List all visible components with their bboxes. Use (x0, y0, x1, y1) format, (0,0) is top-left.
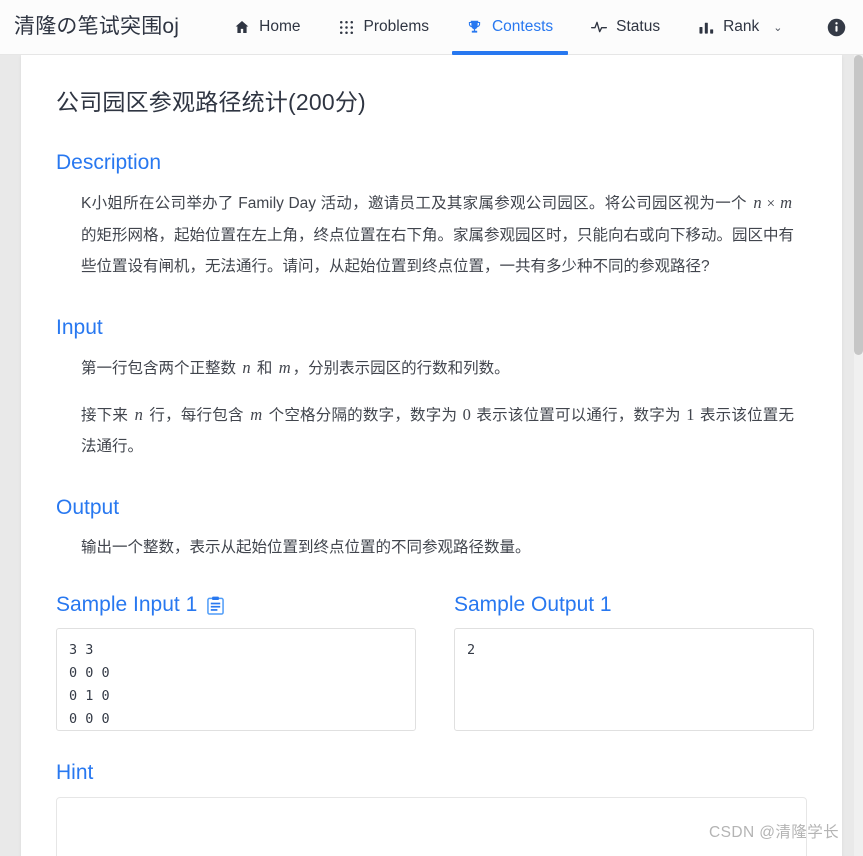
nav-item-home[interactable]: Home (215, 0, 319, 55)
chevron-down-icon: ⌄ (773, 21, 783, 34)
math-var-m: m (780, 193, 792, 212)
info-icon[interactable] (827, 18, 846, 37)
page-scrollbar-thumb[interactable] (854, 55, 863, 355)
input-p2-text-4: 表示该位置可以通行，数字为 (471, 407, 686, 424)
section-heading-sample-input: Sample Input 1 (56, 593, 416, 617)
top-navigation-bar: 清隆の笔试突围oj Home Problems Contests Status … (0, 0, 863, 55)
input-p2-text-3: 个空格分隔的数字，数字为 (264, 407, 462, 424)
samples-container: Sample Input 1 3 3 0 0 0 0 1 0 0 0 0 Sam… (49, 567, 814, 731)
nav-item-rank[interactable]: Rank ⌄ (679, 0, 801, 55)
section-heading-input: Input (56, 316, 103, 339)
trophy-icon (467, 19, 483, 35)
math-var-n: n (134, 405, 143, 424)
input-p1-text-1: 第一行包含两个正整数 (81, 360, 241, 377)
bar-chart-icon (698, 19, 714, 35)
math-var-m: m (278, 358, 291, 377)
input-p1-text-3: ，分别表示园区的行数和列数。 (292, 360, 510, 377)
description-paragraph: K小姐所在公司举办了 Family Day 活动，邀请员工及其家属参观公司园区。… (81, 187, 794, 282)
sample-input-column: Sample Input 1 3 3 0 0 0 0 1 0 0 0 0 (49, 567, 416, 731)
math-num-one: 1 (686, 405, 695, 424)
nav-item-problems-label: Problems (363, 18, 429, 35)
math-var-m: m (250, 405, 263, 424)
sample-output-label: Sample Output 1 (454, 593, 612, 616)
input-paragraph-2: 接下来 n 行，每行包含 m 个空格分隔的数字，数字为 0 表示该位置可以通行，… (81, 399, 794, 462)
page-title: 公司园区参观路径统计(200分) (56, 89, 366, 115)
activity-icon (591, 19, 608, 35)
description-text-part-2: 的矩形网格，起始位置在左上角，终点位置在右下角。家属参观园区时，只能向右或向下移… (81, 227, 795, 275)
nav-item-status[interactable]: Status (572, 0, 679, 55)
input-p1-text-2: 和 (252, 360, 277, 377)
site-logo-text[interactable]: 清隆の笔试突围oj (14, 16, 179, 39)
hint-content-box (56, 797, 807, 856)
sample-input-code[interactable]: 3 3 0 0 0 0 1 0 0 0 0 (56, 628, 416, 731)
page-body: 公司园区参观路径统计(200分) Description K小姐所在公司举办了 … (0, 55, 863, 856)
problem-card: 公司园区参观路径统计(200分) Description K小姐所在公司举办了 … (21, 55, 842, 856)
section-heading-hint: Hint (56, 761, 94, 784)
input-p2-text-1: 接下来 (81, 407, 133, 424)
section-heading-sample-output: Sample Output 1 (454, 593, 814, 617)
nav-item-problems[interactable]: Problems (320, 0, 448, 55)
math-op-times: × (766, 196, 776, 212)
home-icon (234, 19, 250, 35)
section-heading-description: Description (56, 151, 162, 174)
sample-output-code[interactable]: 2 (454, 628, 814, 731)
nav-item-contests[interactable]: Contests (448, 0, 572, 55)
input-paragraph-1: 第一行包含两个正整数 n 和 m ，分别表示园区的行数和列数。 (81, 352, 794, 384)
nav-items-group: Home Problems Contests Status Rank ⌄ (215, 0, 801, 55)
sample-input-label: Sample Input 1 (56, 593, 198, 616)
math-num-zero: 0 (462, 405, 471, 424)
math-var-n: n (753, 193, 762, 212)
section-heading-output: Output (56, 496, 120, 519)
nav-item-rank-label: Rank (723, 18, 760, 35)
navbar-right-group (827, 18, 863, 37)
math-var-n: n (242, 358, 251, 377)
input-p2-text-2: 行，每行包含 (144, 407, 249, 424)
description-text-part-1: K小姐所在公司举办了 Family Day 活动，邀请员工及其家属参观公司园区。… (81, 195, 752, 212)
nav-item-status-label: Status (616, 18, 661, 35)
grid-icon (339, 19, 355, 35)
output-paragraph: 输出一个整数，表示从起始位置到终点位置的不同参观路径数量。 (81, 539, 531, 556)
clipboard-copy-icon[interactable] (207, 596, 225, 615)
nav-item-home-label: Home (259, 18, 301, 35)
sample-output-column: Sample Output 1 2 (447, 567, 814, 731)
nav-item-contests-label: Contests (491, 18, 554, 35)
page-scrollbar-track[interactable] (854, 55, 863, 856)
